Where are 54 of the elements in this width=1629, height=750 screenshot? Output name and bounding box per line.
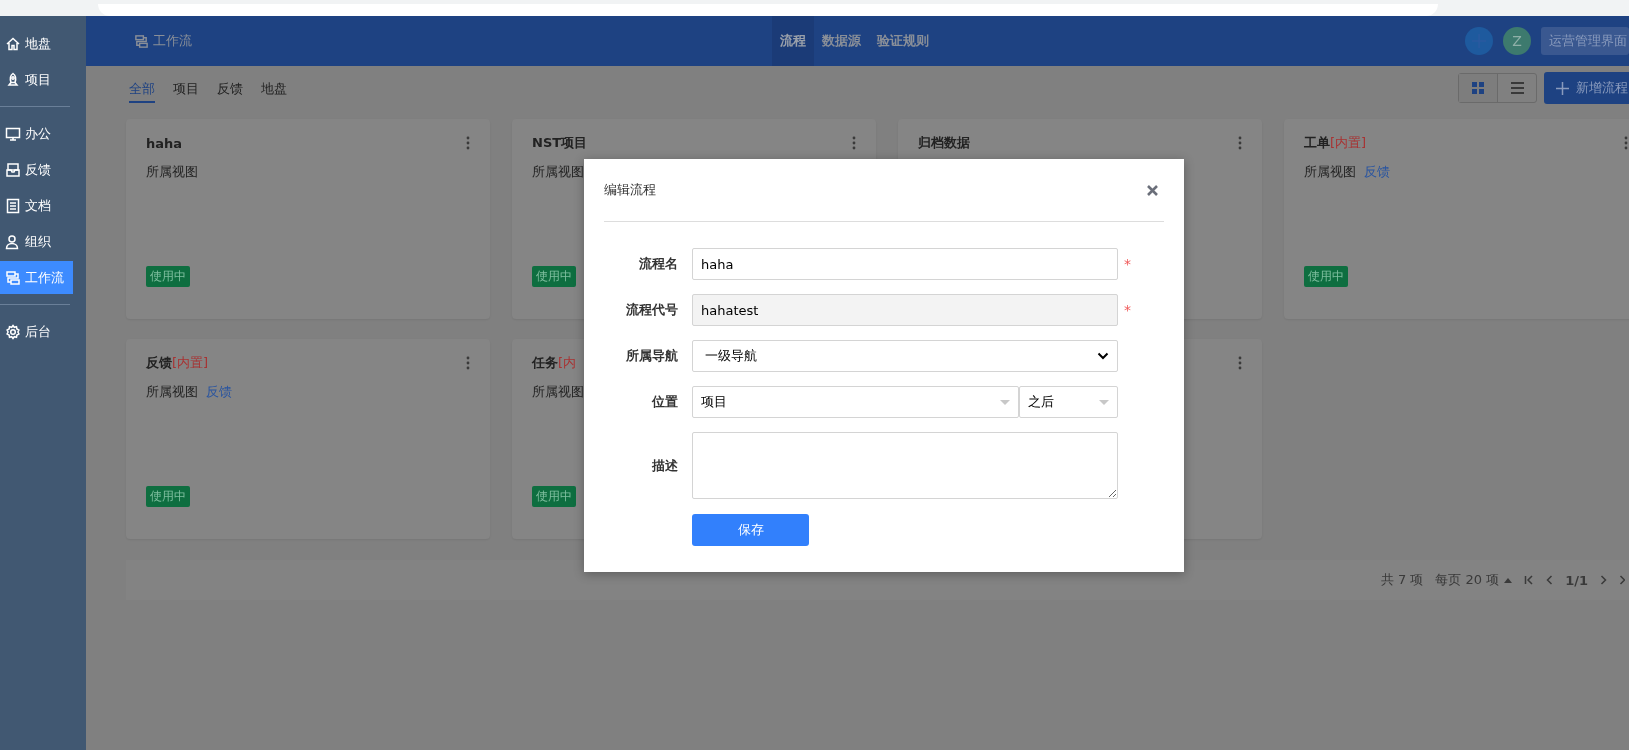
sidebar-item[interactable]: 工作流	[0, 261, 73, 294]
sidebar-item[interactable]: 后台	[0, 315, 73, 348]
filter-tab[interactable]: 全部	[129, 73, 155, 103]
total-count: 共 7 项	[1380, 571, 1424, 589]
nav-tab[interactable]: 验证规则	[869, 16, 937, 66]
field-label: 流程名	[638, 255, 678, 273]
name-field[interactable]: haha	[692, 248, 1118, 280]
field-label: 流程代号	[625, 301, 678, 319]
nav-tab[interactable]: 流程	[772, 16, 814, 66]
filter-tab[interactable]: 项目	[173, 73, 199, 103]
sidebar-item[interactable]: 反馈	[0, 153, 73, 186]
sidebar-item[interactable]: 办公	[0, 117, 73, 150]
status-tag: 使用中	[532, 486, 576, 507]
required-mark: *	[1124, 302, 1131, 318]
view-label: 所属视图	[532, 383, 584, 401]
sidebar-item[interactable]: 文档	[0, 189, 73, 222]
app-title: 工作流	[153, 32, 192, 50]
page-indicator: 1/1	[1565, 572, 1588, 588]
order-select[interactable]: 之后	[1019, 386, 1118, 418]
card-title: 反馈[内置]	[146, 354, 209, 372]
status-tag: 使用中	[146, 486, 190, 507]
required-mark: *	[1124, 256, 1131, 272]
workflow-card[interactable]: haha 所属视图 使用中	[126, 119, 490, 319]
field-label: 所属导航	[625, 347, 678, 365]
dialog-title: 编辑流程	[604, 181, 656, 199]
sidebar-item[interactable]: 项目	[0, 63, 73, 96]
admin-button[interactable]: 运营管理界面	[1541, 27, 1629, 55]
view-label: 所属视图	[146, 163, 198, 181]
status-tag: 使用中	[146, 266, 190, 287]
status-tag: 使用中	[1304, 266, 1348, 287]
card-title: haha	[146, 135, 183, 151]
position-select[interactable]: 项目	[692, 386, 1019, 418]
card-title: 归档数据	[918, 134, 970, 152]
code-field[interactable]: hahatest	[692, 294, 1118, 326]
page-size-selector[interactable]: 每页 20 项	[1435, 571, 1513, 589]
view-label: 所属视图	[1304, 163, 1356, 181]
field-label: 位置	[650, 393, 678, 411]
filter-tab[interactable]: 地盘	[261, 73, 287, 103]
field-label: 描述	[651, 456, 678, 475]
card-title: 任务[内	[532, 354, 577, 372]
filter-tab[interactable]: 反馈	[217, 73, 243, 103]
sidebar-item[interactable]: 地盘	[0, 27, 73, 60]
workflow-card[interactable]: 工单[内置] 所属视图 反馈 使用中	[1284, 119, 1629, 319]
status-tag: 使用中	[532, 266, 576, 287]
save-button[interactable]: 保存	[692, 514, 809, 546]
navigation-select[interactable]: 一级导航	[692, 340, 1118, 372]
view-label: 所属视图	[146, 383, 198, 401]
nav-tab[interactable]: 数据源	[814, 16, 869, 66]
new-workflow-button[interactable]: 新增流程	[1544, 72, 1629, 104]
sidebar-item[interactable]: 组织	[0, 225, 73, 258]
workflow-card[interactable]: 反馈[内置] 所属视图 反馈 使用中	[126, 339, 490, 539]
card-title: 工单[内置]	[1304, 134, 1367, 152]
view-label: 所属视图	[532, 163, 584, 181]
card-title: NST项目	[532, 134, 588, 152]
